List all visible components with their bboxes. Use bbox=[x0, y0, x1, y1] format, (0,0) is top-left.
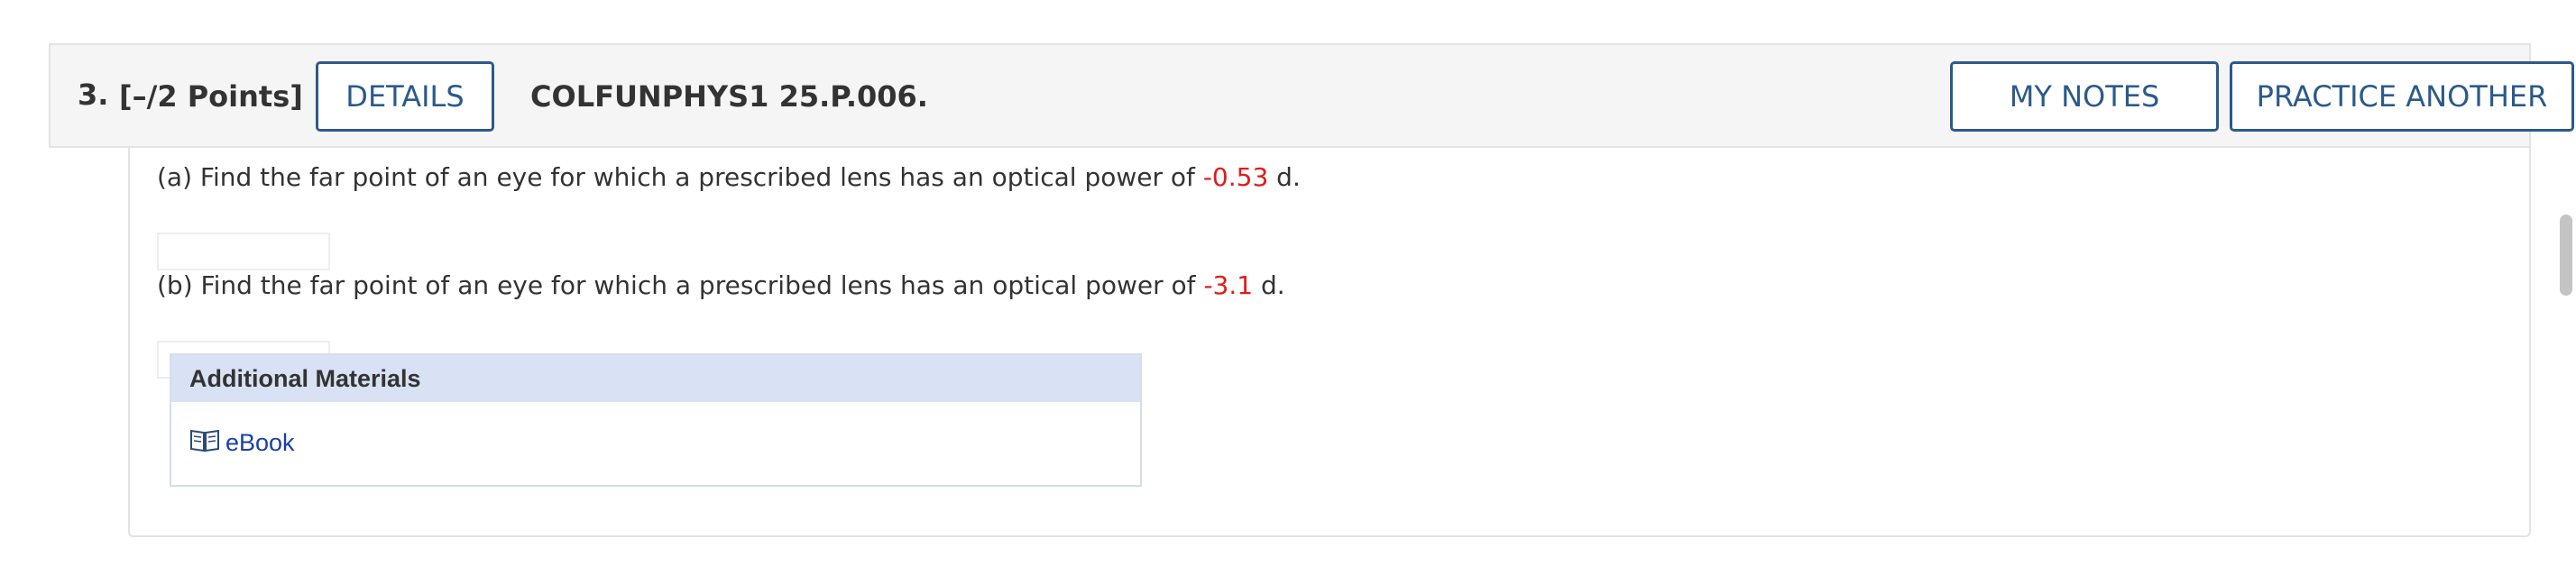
question-header: 3. [–/2 Points] DETAILS COLFUNPHYS1 25.P… bbox=[49, 43, 2574, 148]
details-button[interactable]: DETAILS bbox=[316, 61, 494, 132]
part-a-prompt: (a) Find the far point of an eye for whi… bbox=[157, 162, 1301, 192]
part-b-prompt: (b) Find the far point of an eye for whi… bbox=[157, 270, 1285, 300]
scrollbar-thumb[interactable] bbox=[2560, 215, 2572, 296]
question-points: [–/2 Points] bbox=[119, 79, 303, 114]
additional-materials-panel: Additional Materials eBook bbox=[170, 353, 1142, 487]
part-a-answer-input[interactable] bbox=[157, 233, 330, 270]
part-b-unit: d. bbox=[1253, 270, 1285, 300]
part-a-unit: d. bbox=[1268, 162, 1301, 192]
part-b-value: -3.1 bbox=[1203, 270, 1254, 300]
ebook-link[interactable]: eBook bbox=[189, 427, 295, 459]
question-body: (a) Find the far point of an eye for whi… bbox=[128, 148, 2531, 537]
question-code: COLFUNPHYS1 25.P.006. bbox=[530, 79, 928, 114]
part-a-text: (a) Find the far point of an eye for whi… bbox=[157, 162, 1203, 192]
ebook-link-label: eBook bbox=[225, 429, 295, 456]
my-notes-button[interactable]: MY NOTES bbox=[1950, 61, 2219, 132]
additional-materials-title: Additional Materials bbox=[171, 355, 1140, 402]
book-icon bbox=[189, 427, 225, 459]
part-b-text: (b) Find the far point of an eye for whi… bbox=[157, 270, 1204, 300]
part-a-value: -0.53 bbox=[1202, 162, 1269, 192]
practice-another-button[interactable]: PRACTICE ANOTHER bbox=[2230, 61, 2574, 132]
page-scrollbar[interactable] bbox=[2556, 0, 2572, 585]
question-number: 3. bbox=[78, 78, 109, 112]
